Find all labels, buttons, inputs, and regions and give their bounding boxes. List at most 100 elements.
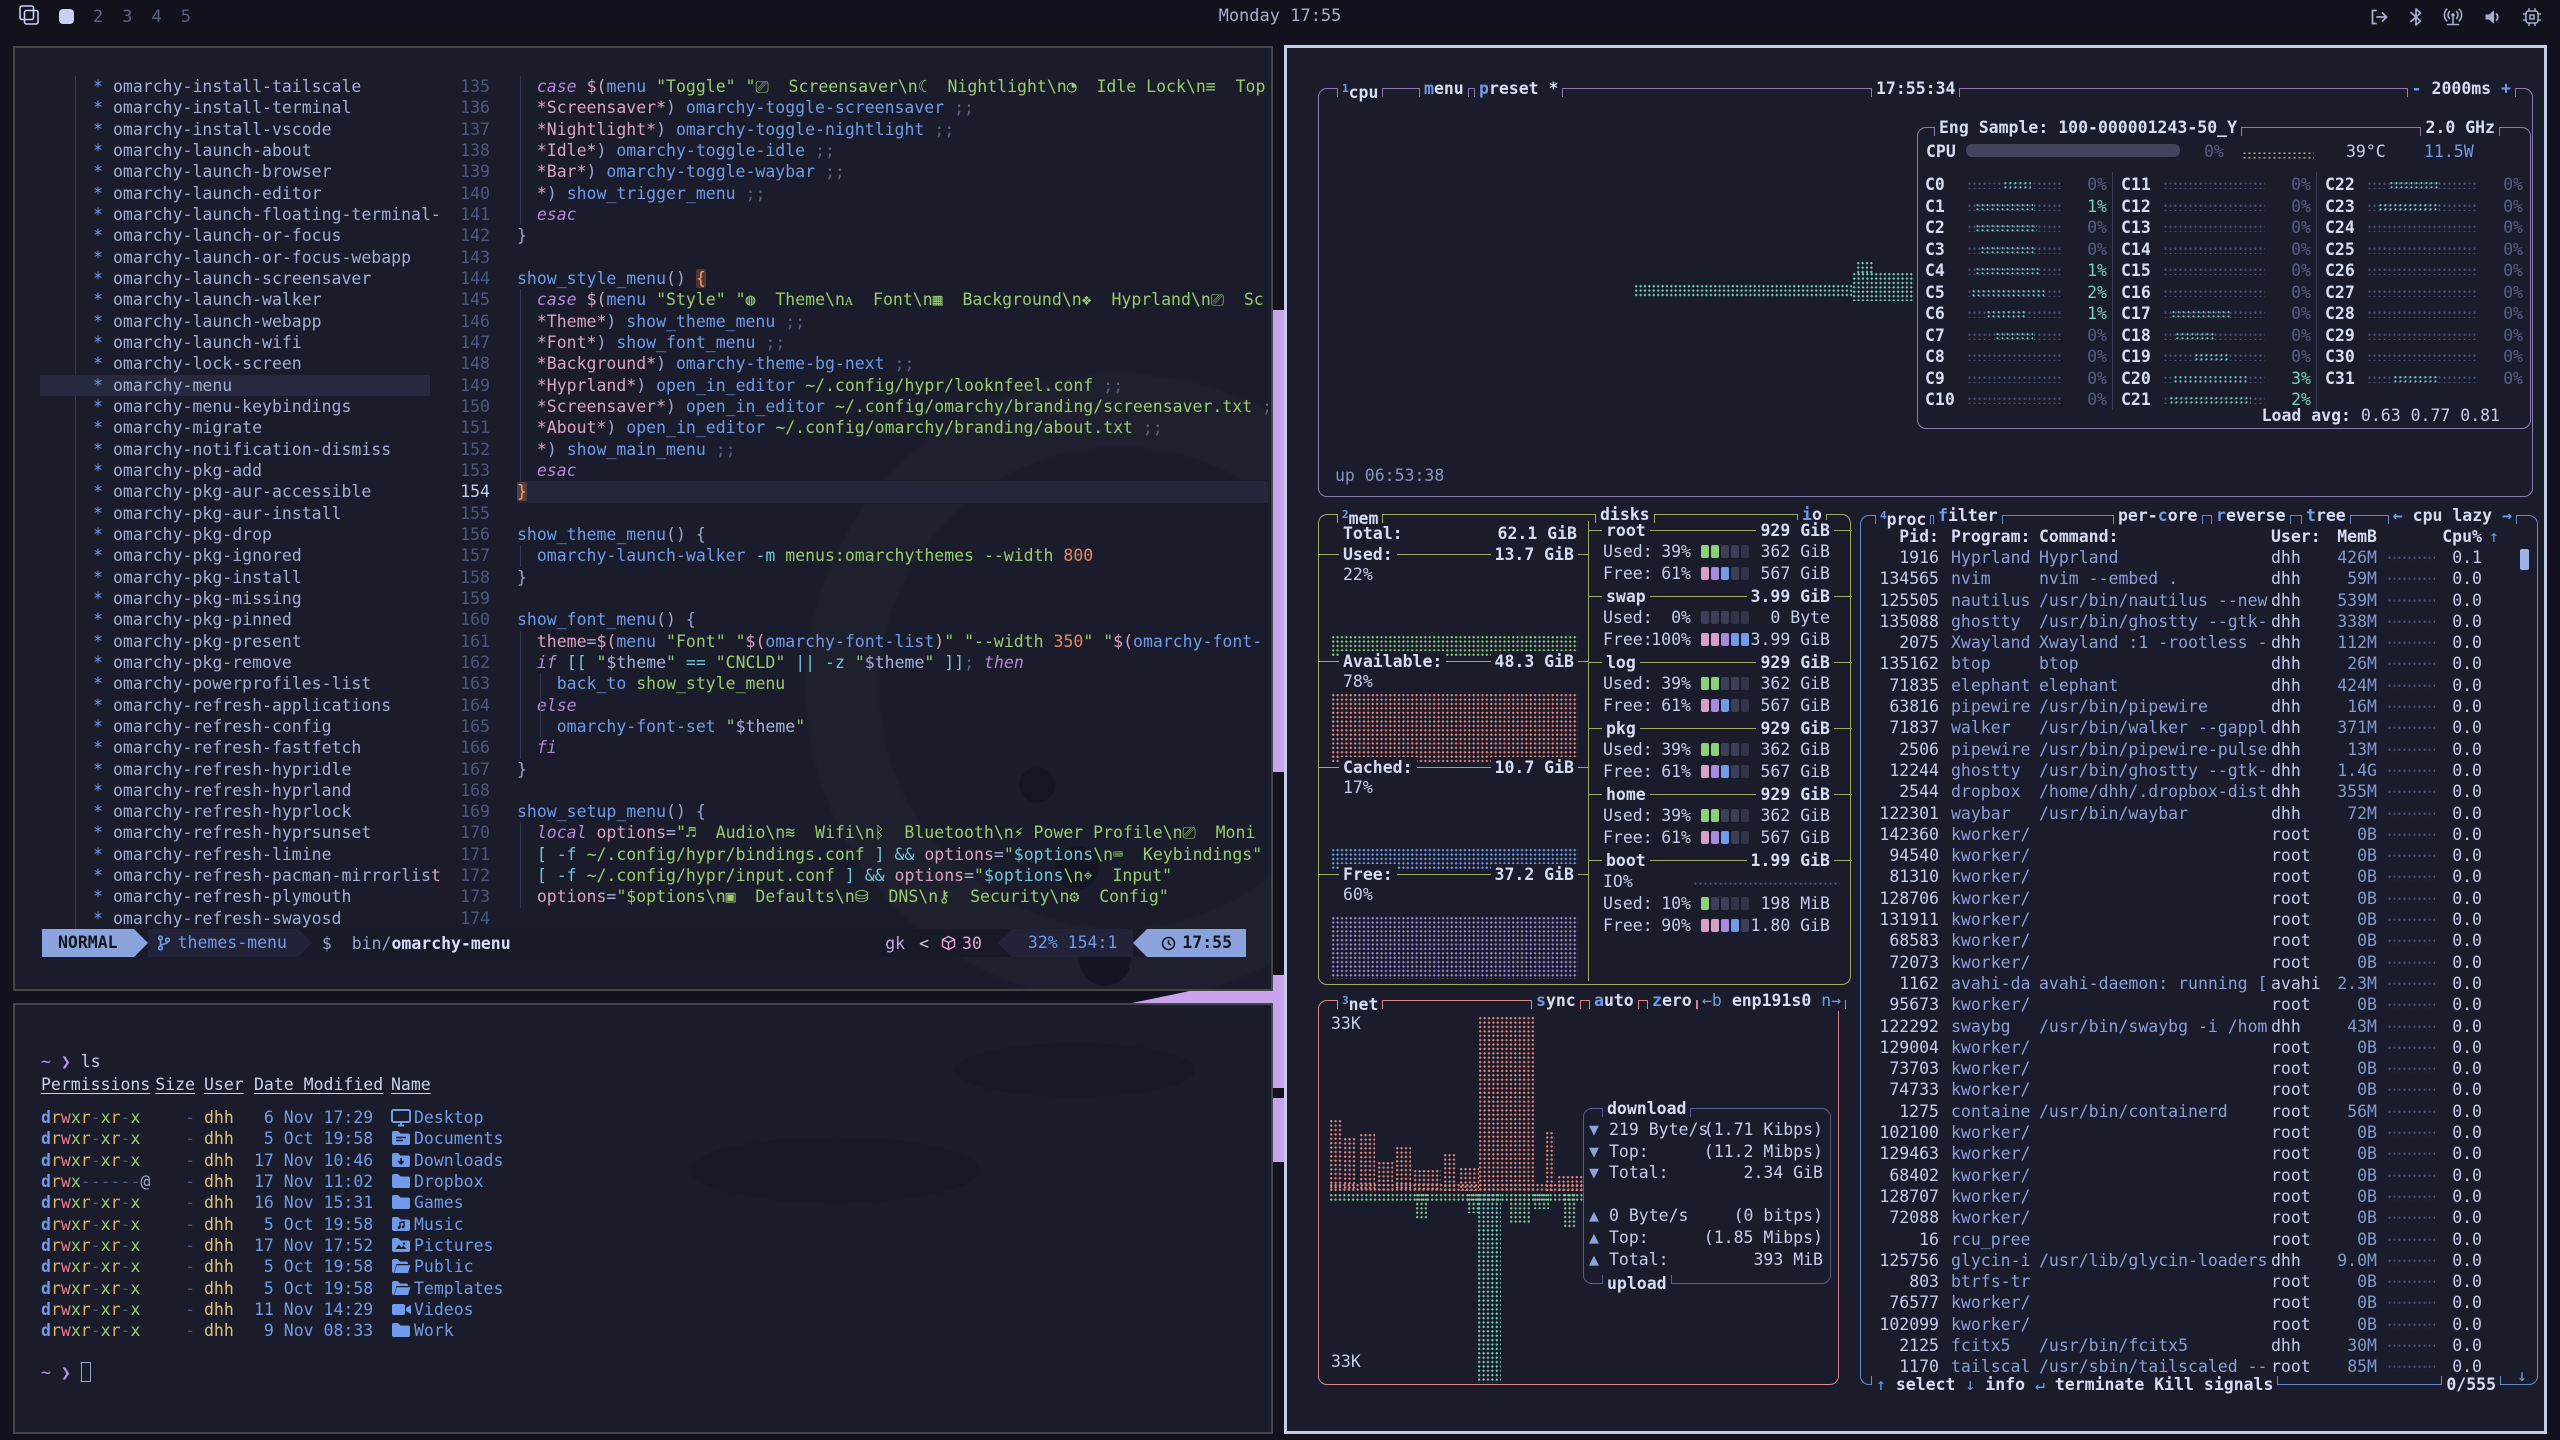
process-row[interactable]: 125505nautilus/usr/bin/nautilus --newdhh… <box>1861 590 2537 611</box>
file-picker-item[interactable]: *omarchy-pkg-remove <box>15 652 435 673</box>
process-row[interactable]: 1916HyprlandHyprlanddhh426M0.1 <box>1861 547 2537 568</box>
file-picker-list[interactable]: *omarchy-install-tailscale*omarchy-insta… <box>15 76 435 929</box>
process-row[interactable]: 1275containe/usr/bin/containerdroot56M0.… <box>1861 1101 2537 1122</box>
clock[interactable]: Monday 17:55 <box>0 6 2560 26</box>
file-picker-item[interactable]: *omarchy-refresh-applications <box>15 695 435 716</box>
process-row[interactable]: 2125fcitx5/usr/bin/fcitx5dhh30M0.0 <box>1861 1335 2537 1356</box>
per-core-button[interactable]: per-core <box>2113 505 2203 526</box>
net-interface[interactable]: ←b enp191s0 n→ <box>1697 990 1846 1011</box>
file-picker-item[interactable]: *omarchy-launch-walker <box>15 289 435 310</box>
file-picker-item[interactable]: *omarchy-refresh-hyprsunset <box>15 822 435 843</box>
process-row[interactable]: 95673kworker/root0B0.0 <box>1861 994 2537 1015</box>
cpu-box-title[interactable]: 1cpu <box>1337 78 1383 99</box>
network-icon[interactable] <box>2442 7 2464 27</box>
file-picker-item[interactable]: *omarchy-launch-webapp <box>15 311 435 332</box>
process-row[interactable]: 73703kworker/root0B0.0 <box>1861 1058 2537 1079</box>
file-picker-item[interactable]: *omarchy-refresh-swayosd <box>15 908 435 929</box>
process-row[interactable]: 16rcu_preeroot0B0.0 <box>1861 1229 2537 1250</box>
process-row[interactable]: 12244ghostty/usr/bin/ghostty --gtk-dhh1.… <box>1861 760 2537 781</box>
file-picker-item[interactable]: *omarchy-pkg-drop <box>15 524 435 545</box>
tree-button[interactable]: tree <box>2301 505 2351 526</box>
process-row[interactable]: 102099kworker/root0B0.0 <box>1861 1314 2537 1335</box>
file-picker-item[interactable]: *omarchy-refresh-config <box>15 716 435 737</box>
file-picker-item[interactable]: *omarchy-refresh-hypridle <box>15 759 435 780</box>
file-picker-item[interactable]: *omarchy-pkg-missing <box>15 588 435 609</box>
file-picker-item[interactable]: *omarchy-refresh-plymouth <box>15 886 435 907</box>
btop-window[interactable]: 1cpu menu preset * 17:55:34 - 2000ms + E… <box>1284 45 2547 1434</box>
process-row[interactable]: 71835elephantelephantdhh424M0.0 <box>1861 675 2537 696</box>
file-picker-item[interactable]: *omarchy-refresh-pacman-mirrorlist <box>15 865 435 886</box>
file-picker-item[interactable]: *omarchy-migrate <box>15 417 435 438</box>
prompt-line-2[interactable]: ~ ❯ <box>41 1362 91 1382</box>
process-row[interactable]: 63816pipewire/usr/bin/pipewiredhh16M0.0 <box>1861 696 2537 717</box>
update-interval[interactable]: - 2000ms + <box>2407 78 2516 99</box>
file-picker-item[interactable]: *omarchy-menu <box>15 375 435 396</box>
preset-button[interactable]: preset * <box>1474 78 1563 99</box>
file-picker-item[interactable]: *omarchy-launch-editor <box>15 183 435 204</box>
process-row[interactable]: 135162btopbtopdhh26M0.0 <box>1861 653 2537 674</box>
file-picker-item[interactable]: *omarchy-pkg-ignored <box>15 545 435 566</box>
sort-selector[interactable]: ← cpu lazy → <box>2388 505 2517 526</box>
filter-button[interactable]: filter <box>1933 505 2003 526</box>
file-picker-item[interactable]: *omarchy-menu-keybindings <box>15 396 435 417</box>
file-picker-item[interactable]: *omarchy-refresh-fastfetch <box>15 737 435 758</box>
file-picker-item[interactable]: *omarchy-pkg-pinned <box>15 609 435 630</box>
file-picker-item[interactable]: *omarchy-powerprofiles-list <box>15 673 435 694</box>
process-list[interactable]: 1916HyprlandHyprlanddhh426M0.1134565nvim… <box>1861 547 2537 1378</box>
process-row[interactable]: 128707kworker/root0B0.0 <box>1861 1186 2537 1207</box>
file-picker-item[interactable]: *omarchy-notification-dismiss <box>15 439 435 460</box>
process-row[interactable]: 128706kworker/root0B0.0 <box>1861 888 2537 909</box>
editor-window[interactable]: *omarchy-install-tailscale*omarchy-insta… <box>13 46 1273 991</box>
file-picker-item[interactable]: *omarchy-refresh-hyprland <box>15 780 435 801</box>
bluetooth-icon[interactable] <box>2409 7 2423 27</box>
file-picker-item[interactable]: *omarchy-refresh-hyprlock <box>15 801 435 822</box>
file-picker-item[interactable]: *omarchy-launch-or-focus-webapp <box>15 247 435 268</box>
volume-icon[interactable] <box>2483 7 2503 27</box>
process-row[interactable]: 122292swaybg/usr/bin/swaybg -i /homdhh43… <box>1861 1016 2537 1037</box>
file-picker-item[interactable]: *omarchy-launch-about <box>15 140 435 161</box>
code-buffer[interactable]: case $(menu "Toggle" "⎚ Screensaver\n☾ N… <box>517 76 1268 929</box>
reverse-button[interactable]: reverse <box>2211 505 2291 526</box>
file-picker-item[interactable]: *omarchy-launch-floating-terminal- <box>15 204 435 225</box>
file-picker-item[interactable]: *omarchy-lock-screen <box>15 353 435 374</box>
net-zero-button[interactable]: zero <box>1647 990 1697 1011</box>
process-row[interactable]: 129463kworker/root0B0.0 <box>1861 1143 2537 1164</box>
process-row[interactable]: 803btrfs-trroot0B0.0 <box>1861 1271 2537 1292</box>
file-picker-item[interactable]: *omarchy-pkg-add <box>15 460 435 481</box>
file-picker-item[interactable]: *omarchy-pkg-present <box>15 631 435 652</box>
process-row[interactable]: 71837walker/usr/bin/walker --gappldhh371… <box>1861 717 2537 738</box>
process-row[interactable]: 81310kworker/root0B0.0 <box>1861 866 2537 887</box>
process-row[interactable]: 2506pipewire/usr/bin/pipewire-pulsedhh13… <box>1861 739 2537 760</box>
file-picker-item[interactable]: *omarchy-pkg-aur-accessible <box>15 481 435 502</box>
process-row[interactable]: 76577kworker/root0B0.0 <box>1861 1292 2537 1313</box>
file-picker-item[interactable]: *omarchy-refresh-limine <box>15 844 435 865</box>
mem-box-title[interactable]: 2mem <box>1337 504 1383 525</box>
cpu-chip-icon[interactable] <box>2522 7 2542 27</box>
screen-share-icon[interactable] <box>2369 7 2390 27</box>
net-auto-button[interactable]: auto <box>1589 990 1639 1011</box>
process-row[interactable]: 94540kworker/root0B0.0 <box>1861 845 2537 866</box>
net-box-title[interactable]: 3net <box>1337 990 1383 1011</box>
process-row[interactable]: 68583kworker/root0B0.0 <box>1861 930 2537 951</box>
process-row[interactable]: 131911kworker/root0B0.0 <box>1861 909 2537 930</box>
process-row[interactable]: 72088kworker/root0B0.0 <box>1861 1207 2537 1228</box>
proc-scrollbar[interactable] <box>2520 549 2529 570</box>
process-row[interactable]: 135088ghostty/usr/bin/ghostty --gtk-dhh3… <box>1861 611 2537 632</box>
process-row[interactable]: 74733kworker/root0B0.0 <box>1861 1079 2537 1100</box>
process-row[interactable]: 2544dropbox/home/dhh/.dropbox-distdhh355… <box>1861 781 2537 802</box>
process-row[interactable]: 125756glycin-i/usr/lib/glycin-loadersdhh… <box>1861 1250 2537 1271</box>
process-row[interactable]: 68402kworker/root0B0.0 <box>1861 1165 2537 1186</box>
file-picker-item[interactable]: *omarchy-install-terminal <box>15 97 435 118</box>
file-picker-item[interactable]: *omarchy-launch-or-focus <box>15 225 435 246</box>
process-row[interactable]: 129004kworker/root0B0.0 <box>1861 1037 2537 1058</box>
file-picker-item[interactable]: *omarchy-pkg-aur-install <box>15 503 435 524</box>
net-sync-button[interactable]: sync <box>1531 990 1581 1011</box>
file-picker-item[interactable]: *omarchy-launch-screensaver <box>15 268 435 289</box>
terminal-window[interactable]: ~ ❯ ls PermissionsSizeUserDate ModifiedN… <box>13 1003 1273 1434</box>
process-row[interactable]: 2075XwaylandXwayland :1 -rootless -dhh11… <box>1861 632 2537 653</box>
process-row[interactable]: 72073kworker/root0B0.0 <box>1861 952 2537 973</box>
process-row[interactable]: 1162avahi-daavahi-daemon: running [avahi… <box>1861 973 2537 994</box>
proc-box-title[interactable]: 4proc <box>1875 505 1931 526</box>
file-picker-item[interactable]: *omarchy-launch-wifi <box>15 332 435 353</box>
file-picker-item[interactable]: *omarchy-launch-browser <box>15 161 435 182</box>
